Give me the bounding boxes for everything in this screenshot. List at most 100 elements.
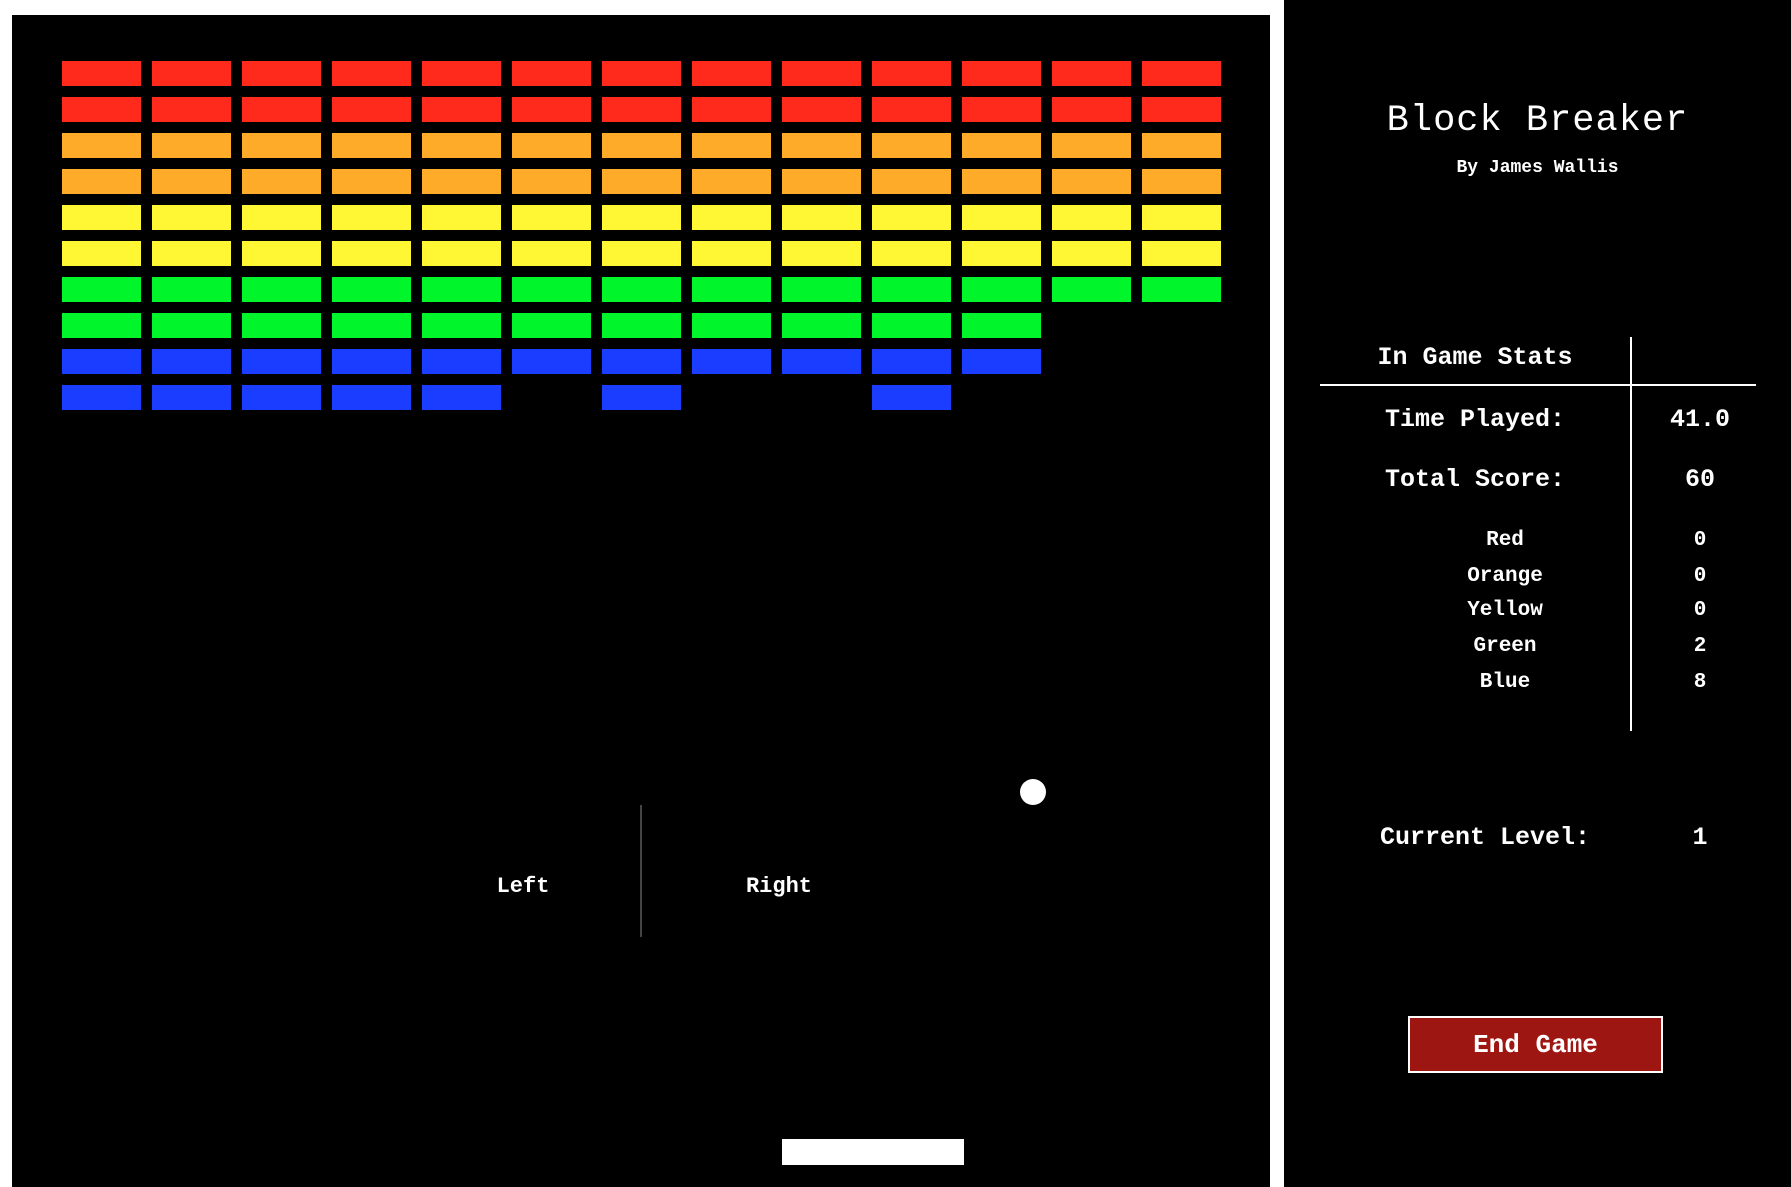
red-count-label: Red <box>1486 529 1524 552</box>
brick-red <box>692 97 771 122</box>
paddle[interactable] <box>782 1139 964 1165</box>
time-played-value: 41.0 <box>1669 405 1730 434</box>
brick-red <box>1052 97 1131 122</box>
brick-green <box>62 313 141 338</box>
brick-red <box>1142 61 1221 86</box>
brick-blue <box>422 349 501 374</box>
brick-yellow <box>242 241 321 266</box>
brick-red <box>962 61 1041 86</box>
brick-green <box>512 277 591 302</box>
brick-green <box>242 313 321 338</box>
brick-yellow <box>962 205 1041 230</box>
brick-green <box>962 313 1041 338</box>
brick-green <box>782 277 861 302</box>
orange-count-label: Orange <box>1467 565 1543 588</box>
brick-red <box>1142 97 1221 122</box>
brick-red <box>512 61 591 86</box>
brick-yellow <box>962 241 1041 266</box>
brick-yellow <box>692 241 771 266</box>
sidebar: Block Breaker By James Wallis In Game St… <box>1284 0 1791 1187</box>
brick-orange <box>152 133 231 158</box>
brick-red <box>242 97 321 122</box>
brick-yellow <box>332 205 411 230</box>
brick-orange <box>962 169 1041 194</box>
time-played-label: Time Played: <box>1384 405 1566 434</box>
brick-blue <box>962 349 1041 374</box>
brick-red <box>962 97 1041 122</box>
brick-green <box>602 277 681 302</box>
brick-orange <box>872 133 951 158</box>
brick-blue <box>602 385 681 410</box>
brick-orange <box>692 133 771 158</box>
brick-red <box>782 97 861 122</box>
brick-yellow <box>602 205 681 230</box>
brick-blue <box>152 349 231 374</box>
brick-blue <box>62 349 141 374</box>
brick-yellow <box>1052 205 1131 230</box>
brick-red <box>512 97 591 122</box>
brick-yellow <box>62 241 141 266</box>
end-game-button[interactable]: End Game <box>1408 1016 1663 1073</box>
brick-red <box>332 61 411 86</box>
game-author: By James Wallis <box>1456 158 1619 178</box>
brick-red <box>422 61 501 86</box>
brick-yellow <box>782 241 861 266</box>
brick-yellow <box>1052 241 1131 266</box>
brick-orange <box>62 169 141 194</box>
brick-yellow <box>62 205 141 230</box>
brick-yellow <box>602 241 681 266</box>
brick-green <box>422 277 501 302</box>
stats-divider-horizontal <box>1320 384 1756 386</box>
yellow-count-value: 0 <box>1693 599 1707 622</box>
brick-green <box>602 313 681 338</box>
brick-yellow <box>1142 205 1221 230</box>
brick-yellow <box>332 241 411 266</box>
control-divider <box>640 805 642 937</box>
brick-orange <box>512 133 591 158</box>
brick-blue <box>62 385 141 410</box>
brick-orange <box>692 169 771 194</box>
total-score-label: Total Score: <box>1384 465 1566 494</box>
orange-count-value: 0 <box>1693 565 1707 588</box>
brick-orange <box>512 169 591 194</box>
red-count-value: 0 <box>1693 529 1707 552</box>
game-area[interactable]: Left Right <box>12 15 1270 1187</box>
brick-blue <box>602 349 681 374</box>
brick-green <box>692 313 771 338</box>
brick-green <box>152 277 231 302</box>
brick-red <box>62 61 141 86</box>
brick-blue <box>782 349 861 374</box>
brick-orange <box>1142 169 1221 194</box>
brick-blue <box>152 385 231 410</box>
left-control[interactable]: Left <box>453 873 593 901</box>
brick-green <box>692 277 771 302</box>
right-control[interactable]: Right <box>709 873 849 901</box>
brick-yellow <box>422 205 501 230</box>
brick-yellow <box>512 241 591 266</box>
brick-orange <box>782 169 861 194</box>
brick-orange <box>242 169 321 194</box>
brick-orange <box>782 133 861 158</box>
brick-yellow <box>152 241 231 266</box>
brick-orange <box>332 169 411 194</box>
brick-orange <box>602 133 681 158</box>
brick-orange <box>422 169 501 194</box>
ball <box>1020 779 1046 805</box>
brick-green <box>782 313 861 338</box>
brick-green <box>422 313 501 338</box>
brick-blue <box>242 349 321 374</box>
stats-heading: In Game Stats <box>1377 343 1573 372</box>
blue-count-value: 8 <box>1693 671 1707 694</box>
brick-yellow <box>242 205 321 230</box>
brick-blue <box>692 349 771 374</box>
brick-orange <box>1142 133 1221 158</box>
brick-yellow <box>1142 241 1221 266</box>
brick-blue <box>422 385 501 410</box>
brick-blue <box>332 385 411 410</box>
brick-red <box>242 61 321 86</box>
brick-orange <box>1052 133 1131 158</box>
brick-orange <box>962 133 1041 158</box>
brick-yellow <box>872 241 951 266</box>
brick-red <box>332 97 411 122</box>
brick-orange <box>602 169 681 194</box>
